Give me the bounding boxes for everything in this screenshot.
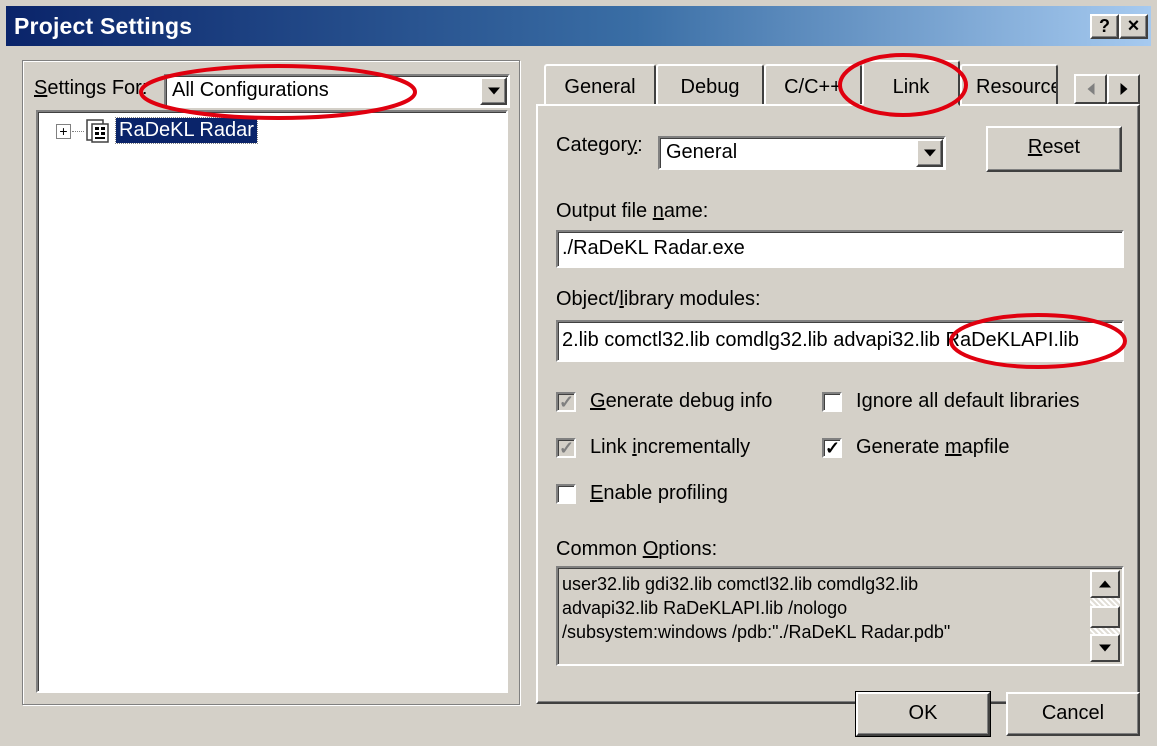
tree-connector [72, 131, 84, 132]
ignore-default-libraries-label: Ignore all default libraries [856, 390, 1080, 412]
help-button[interactable]: ? [1090, 14, 1119, 39]
scroll-thumb[interactable] [1090, 606, 1120, 628]
arrow-down-icon [1099, 644, 1111, 652]
project-settings-dialog: Project Settings ? × Settings For: All C… [0, 0, 1157, 746]
configuration-value: All Configurations [172, 79, 329, 101]
generate-debug-info-label: Generate debug info [590, 390, 773, 412]
output-file-input[interactable]: ./RaDeKL Radar.exe [556, 230, 1124, 268]
tab-resources[interactable]: Resources [960, 64, 1058, 106]
output-file-label: Output file name: [556, 200, 709, 222]
chevron-left-icon [1087, 83, 1094, 95]
common-options-text: user32.lib gdi32.lib comctl32.lib comdlg… [562, 574, 951, 642]
tab-scroll-left-button[interactable] [1074, 74, 1107, 104]
enable-profiling-checkbox[interactable]: Enable profiling [556, 482, 728, 505]
chevron-right-icon [1120, 83, 1127, 95]
reset-button[interactable]: Reset [986, 126, 1122, 172]
generate-mapfile-checkbox[interactable]: ✓ Generate mapfile [822, 436, 1009, 459]
configuration-select[interactable]: All Configurations [164, 74, 510, 108]
ignore-default-libraries-checkbox[interactable]: Ignore all default libraries [822, 390, 1079, 413]
chevron-down-icon [487, 87, 500, 95]
tab-link[interactable]: Link [862, 60, 960, 106]
category-select[interactable]: General [658, 136, 946, 170]
check-icon: ✓ [825, 437, 841, 458]
checkbox-box: ✓ [822, 437, 842, 458]
window-title: Project Settings [14, 13, 193, 39]
tab-scroll-right-button[interactable] [1107, 74, 1140, 104]
chevron-down-icon [923, 149, 936, 157]
link-incrementally-checkbox[interactable]: ✓ Link incrementally [556, 436, 750, 459]
category-dropdown-button[interactable] [916, 139, 943, 167]
category-value: General [666, 141, 738, 163]
scroll-down-button[interactable] [1090, 634, 1120, 662]
common-options-label: Common Options: [556, 538, 718, 560]
project-tree[interactable]: + RaDeKL Radar [36, 110, 508, 693]
modules-input[interactable]: 2.lib comctl32.lib comdlg32.lib advapi32… [556, 320, 1124, 362]
enable-profiling-label: Enable profiling [590, 482, 728, 504]
checkbox-box [556, 483, 576, 504]
check-icon: ✓ [559, 437, 575, 458]
check-icon: ✓ [559, 391, 575, 412]
configuration-dropdown-button[interactable] [480, 77, 507, 105]
common-options-textarea[interactable]: user32.lib gdi32.lib comctl32.lib comdlg… [556, 566, 1124, 666]
arrow-up-icon [1099, 580, 1111, 588]
tab-scroll-arrows [1074, 74, 1140, 104]
generate-mapfile-label: Generate mapfile [856, 436, 1010, 458]
tab-general[interactable]: General [544, 64, 656, 106]
tab-debug[interactable]: Debug [656, 64, 764, 106]
checkbox-box: ✓ [556, 391, 576, 412]
category-label: Category: [556, 134, 643, 156]
ok-button[interactable]: OK [855, 691, 991, 737]
project-icon [86, 119, 109, 143]
tree-item-project[interactable]: RaDeKL Radar [115, 117, 258, 144]
close-button[interactable]: × [1119, 14, 1148, 39]
settings-for-label: Settings For: [34, 77, 148, 99]
link-incrementally-label: Link incrementally [590, 436, 751, 458]
tree-expand-icon[interactable]: + [56, 124, 71, 139]
checkbox-box [822, 391, 842, 412]
generate-debug-info-checkbox[interactable]: ✓ Generate debug info [556, 390, 772, 413]
tab-c-cpp[interactable]: C/C++ [764, 64, 862, 106]
common-options-scrollbar[interactable] [1090, 570, 1120, 662]
title-bar[interactable]: Project Settings ? × [6, 6, 1151, 46]
cancel-button[interactable]: Cancel [1006, 692, 1140, 736]
scroll-up-button[interactable] [1090, 570, 1120, 598]
modules-label: Object/library modules: [556, 288, 761, 310]
checkbox-box: ✓ [556, 437, 576, 458]
